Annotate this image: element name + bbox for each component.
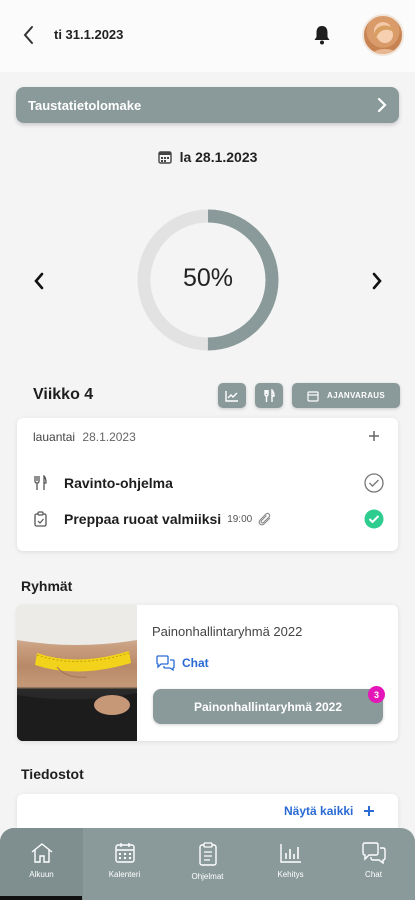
plus-icon — [364, 806, 375, 816]
nav-label: Chat — [365, 870, 382, 879]
group-chat-link[interactable]: Chat — [156, 655, 209, 671]
task-label: Preppaa ruoat valmiiksi — [64, 511, 222, 527]
current-date-label: la 28.1.2023 — [179, 149, 258, 165]
chart-icon — [279, 844, 301, 863]
stats-button[interactable] — [218, 383, 246, 408]
header-date: ti 31.1.2023 — [54, 27, 124, 42]
cutlery-icon — [34, 475, 47, 490]
booking-label: AJANVARAUS — [327, 391, 385, 400]
paperclip-icon[interactable] — [258, 512, 272, 526]
clipboard-icon — [33, 511, 47, 527]
day-card-weekday: lauantai — [33, 430, 76, 444]
nav-item-chat[interactable]: Chat — [332, 828, 415, 900]
nav-label: Kalenteri — [108, 870, 141, 879]
task-item[interactable]: Ravinto-ohjelma — [30, 471, 390, 495]
banner-label: Taustatietolomake — [28, 97, 142, 113]
booking-button[interactable]: AJANVARAUS — [292, 383, 400, 408]
avatar[interactable] — [362, 14, 404, 56]
calendar-icon — [157, 151, 172, 164]
nav-label: Ohjelmat — [191, 872, 224, 881]
group-name: Painonhallintaryhmä 2022 — [152, 624, 303, 639]
chevron-left-icon — [34, 272, 44, 290]
current-date: la 28.1.2023 — [0, 149, 415, 165]
check-circle-filled-icon[interactable] — [364, 509, 384, 529]
nav-label: Kehitys — [277, 870, 304, 879]
show-all-label: Näytä kaikki — [284, 804, 354, 818]
notifications-button[interactable] — [308, 20, 336, 50]
day-card-header: lauantai 28.1.2023 — [33, 430, 136, 444]
add-task-button[interactable] — [364, 426, 384, 446]
plus-icon — [369, 431, 379, 441]
nav-item-progress[interactable]: Kehitys — [249, 828, 332, 900]
home-indicator — [0, 896, 82, 900]
nav-item-home[interactable]: Alkuun — [0, 828, 83, 900]
nav-label: Alkuun — [29, 870, 54, 879]
group-image — [17, 605, 137, 741]
groups-title: Ryhmät — [21, 578, 73, 594]
check-circle-empty-icon[interactable] — [364, 473, 384, 493]
chat-icon — [361, 842, 386, 864]
task-label: Ravinto-ohjelma — [64, 475, 173, 491]
back-button[interactable] — [14, 18, 44, 52]
background-form-banner[interactable]: Taustatietolomake — [16, 87, 399, 123]
bell-icon — [314, 26, 330, 45]
week-label: Viikko 4 — [33, 386, 94, 403]
nav-item-programs[interactable]: Ohjelmat — [166, 828, 249, 900]
nutrition-button[interactable] — [255, 383, 283, 408]
chevron-right-icon — [377, 98, 387, 112]
chevron-left-icon — [23, 26, 33, 44]
cutlery-icon — [264, 388, 275, 402]
measuring-tape-image — [17, 605, 137, 741]
previous-day-button[interactable] — [24, 266, 54, 296]
home-icon — [31, 843, 52, 863]
task-item[interactable]: Preppaa ruoat valmiiksi 19:00 — [30, 507, 390, 531]
day-card-date: 28.1.2023 — [82, 430, 136, 444]
chat-link-label: Chat — [182, 656, 209, 670]
next-day-button[interactable] — [362, 266, 392, 296]
files-title: Tiedostot — [21, 766, 84, 782]
chevron-right-icon — [372, 272, 382, 290]
open-group-button[interactable]: Painonhallintaryhmä 2022 — [153, 689, 383, 724]
task-time: 19:00 — [227, 513, 253, 525]
bottom-navigation: Alkuun Kalenteri Ohjelmat Kehitys Chat — [0, 828, 415, 900]
notification-badge: 3 — [368, 686, 385, 703]
clipboard-icon — [198, 842, 217, 866]
progress-percent: 50% — [182, 264, 234, 292]
chat-icon — [156, 655, 175, 671]
nav-item-calendar[interactable]: Kalenteri — [83, 828, 166, 900]
calendar-icon — [114, 843, 135, 863]
chart-icon — [225, 390, 238, 402]
show-all-files-link[interactable]: Näytä kaikki — [284, 804, 375, 818]
calendar-icon — [307, 390, 319, 402]
